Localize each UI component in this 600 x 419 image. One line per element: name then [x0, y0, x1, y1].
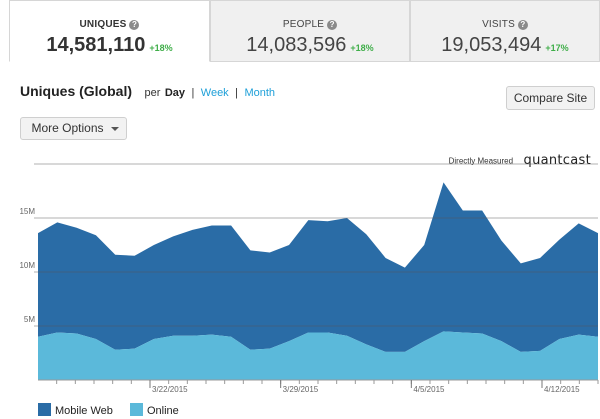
- tab-visits-label: VISITS?: [411, 19, 599, 30]
- more-options-dropdown[interactable]: More Options: [20, 117, 127, 140]
- legend-item-online[interactable]: Online: [129, 403, 179, 417]
- y-tick-label: 20M: [19, 160, 35, 162]
- chart-header: Uniques (Global) per Day | Week | Month: [20, 83, 275, 101]
- help-icon[interactable]: ?: [517, 20, 528, 30]
- tab-visits-value: 19,053,494 +17%: [441, 34, 569, 56]
- period-separator: |: [235, 87, 238, 99]
- legend-label-mobile-web: Mobile Web: [55, 405, 113, 417]
- x-tick-label: 4/12/2015: [544, 385, 580, 394]
- tab-people-value: 14,083,596 +18%: [246, 34, 374, 56]
- compare-site-button[interactable]: Compare Site: [506, 86, 595, 110]
- tab-uniques-change: +18%: [149, 43, 173, 53]
- period-separator: |: [191, 87, 195, 99]
- more-options-label: More Options: [31, 121, 104, 135]
- legend-swatch-mobile-web: [38, 403, 51, 416]
- tab-people-label: PEOPLE?: [211, 19, 409, 30]
- per-label: per: [144, 87, 161, 99]
- y-tick-label: 5M: [24, 315, 35, 324]
- metric-tabs: UNIQUES? 14,581,110 +18% PEOPLE? 14,083,5…: [0, 0, 600, 62]
- period-day[interactable]: Day: [165, 87, 185, 99]
- period-week[interactable]: Week: [201, 87, 229, 99]
- x-tick-label: 4/5/2015: [413, 385, 445, 394]
- legend-item-mobile-web[interactable]: Mobile Web: [38, 403, 113, 417]
- y-tick-label: 10M: [19, 261, 35, 270]
- tab-uniques-label: UNIQUES?: [10, 19, 209, 30]
- x-tick-label: 3/22/2015: [152, 385, 188, 394]
- tab-visits[interactable]: VISITS? 19,053,494 +17%: [410, 0, 600, 62]
- chart-title: Uniques (Global): [20, 83, 132, 99]
- tab-uniques-value: 14,581,110 +18%: [46, 34, 173, 56]
- tab-divider: [210, 61, 600, 62]
- y-tick-label: 15M: [19, 207, 35, 216]
- caret-down-icon: [111, 127, 119, 131]
- legend-swatch-online: [129, 403, 143, 416]
- tab-uniques[interactable]: UNIQUES? 14,581,110 +18%: [9, 0, 210, 62]
- x-tick-label: 3/29/2015: [283, 385, 319, 394]
- chart-legend: Mobile Web Online: [38, 403, 193, 417]
- period-month[interactable]: Month: [244, 87, 275, 99]
- tab-visits-change: +17%: [545, 43, 569, 53]
- tab-people-change: +18%: [350, 43, 374, 53]
- help-icon[interactable]: ?: [327, 20, 338, 30]
- tab-people[interactable]: PEOPLE? 14,083,596 +18%: [210, 0, 410, 62]
- legend-label-online: Online: [146, 405, 179, 417]
- uniques-area-chart: 20M 15M 10M 5M 3/22/2015 3/29/2015 4/5/2015 4/1…: [19, 160, 599, 394]
- help-icon[interactable]: ?: [129, 20, 140, 30]
